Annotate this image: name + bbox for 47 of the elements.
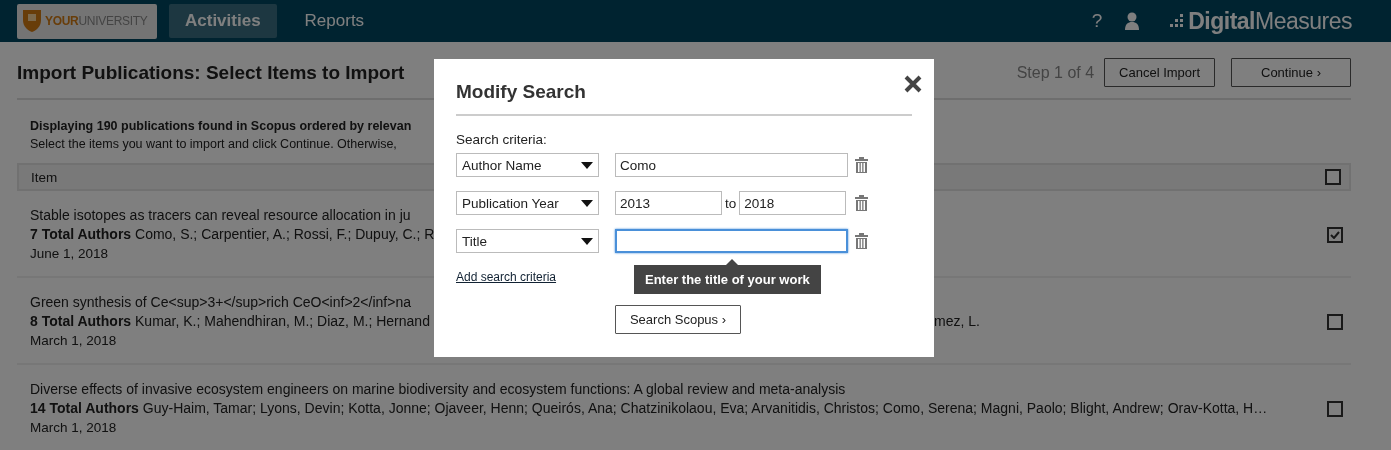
dialog-title: Modify Search <box>456 81 587 103</box>
trash-icon[interactable] <box>855 195 868 211</box>
field-dropdown[interactable]: Title <box>456 229 599 253</box>
publication-title: Diverse effects of invasive ecosystem engineers on marine biodiversity and ecosystem functions: A global review and meta-analysis <box>30 380 846 399</box>
cancel-button[interactable]: Cancel Import <box>1104 58 1215 87</box>
publication-date: June 1, 2018 <box>30 245 109 263</box>
page-title: Import Publications: Select Items to Import <box>17 61 406 84</box>
trash-icon[interactable] <box>855 233 868 249</box>
publication-authors: 14 Total Authors Guy-Haim, Tamar; Lyons, Devin; Kotta, Jonne; Ojaveer, Henn; Queirós, Ana; Chatzinikolaou, Eva; Arvanitidis, Christos; Como, Serena; Magni, Paolo; Blight, Andrew; Orav-Kotta, H… <box>30 399 1268 418</box>
publication-authors: mez, L. <box>934 312 981 331</box>
publication-authors: 7 Total Authors Como, S.; Carpentier, A.; Rossi, F.; Dupuy, C.; R <box>30 225 435 244</box>
checkbox[interactable] <box>1327 313 1343 330</box>
instructions: Select the items you want to import and click Continue. Otherwise, <box>30 136 397 153</box>
publication-date: March 1, 2018 <box>30 332 117 350</box>
checkbox[interactable] <box>1327 226 1343 243</box>
range-separator: to <box>725 195 737 211</box>
continue-button[interactable]: Continue › <box>1231 58 1351 87</box>
brand-logo: DigitalMeasures <box>1170 7 1352 35</box>
caret-icon <box>581 237 593 245</box>
add-criteria-link[interactable]: Add search criteria <box>456 270 557 284</box>
shield-icon <box>23 10 41 32</box>
column-header: Item <box>31 169 59 185</box>
publication-date: March 1, 2018 <box>30 419 117 437</box>
help-icon[interactable]: ? <box>1091 10 1103 32</box>
publication-title: Stable isotopes as tracers can reveal resource allocation in ju <box>30 206 411 225</box>
results-summary: Displaying 190 publications found in Scopus ordered by relevan <box>30 118 412 135</box>
caret-icon <box>581 161 593 169</box>
search-field[interactable] <box>615 229 848 253</box>
field-dropdown[interactable]: Author Name <box>456 153 599 177</box>
close-icon[interactable] <box>904 75 922 93</box>
checkmark-icon <box>1330 230 1340 239</box>
year-from-field[interactable]: 2013 <box>615 191 722 215</box>
user-icon[interactable] <box>1124 12 1141 30</box>
field-dropdown[interactable]: Publication Year <box>456 191 599 215</box>
checkbox[interactable] <box>1325 169 1341 185</box>
criteria-label: Search criteria: <box>456 132 548 147</box>
tooltip: Enter the title of your work <box>634 259 821 294</box>
publication-authors: 8 Total Authors Kumar, K.; Mahendhiran, M.; Diaz, M.; Hernand <box>30 312 431 331</box>
caret-icon <box>581 199 593 207</box>
nav-tab[interactable]: Reports <box>288 4 381 38</box>
step-indicator: Step 1 of 4 <box>1016 63 1095 82</box>
trash-icon[interactable] <box>855 157 868 173</box>
publication-title: Green synthesis of Ce<sup>3+</sup>rich CeO<inf>2</inf>na <box>30 293 411 312</box>
year-to-field[interactable]: 2018 <box>739 191 847 215</box>
search-button[interactable]: Search Scopus › <box>614 305 742 334</box>
checkbox[interactable] <box>1327 400 1343 417</box>
search-field[interactable]: Como <box>615 153 848 177</box>
